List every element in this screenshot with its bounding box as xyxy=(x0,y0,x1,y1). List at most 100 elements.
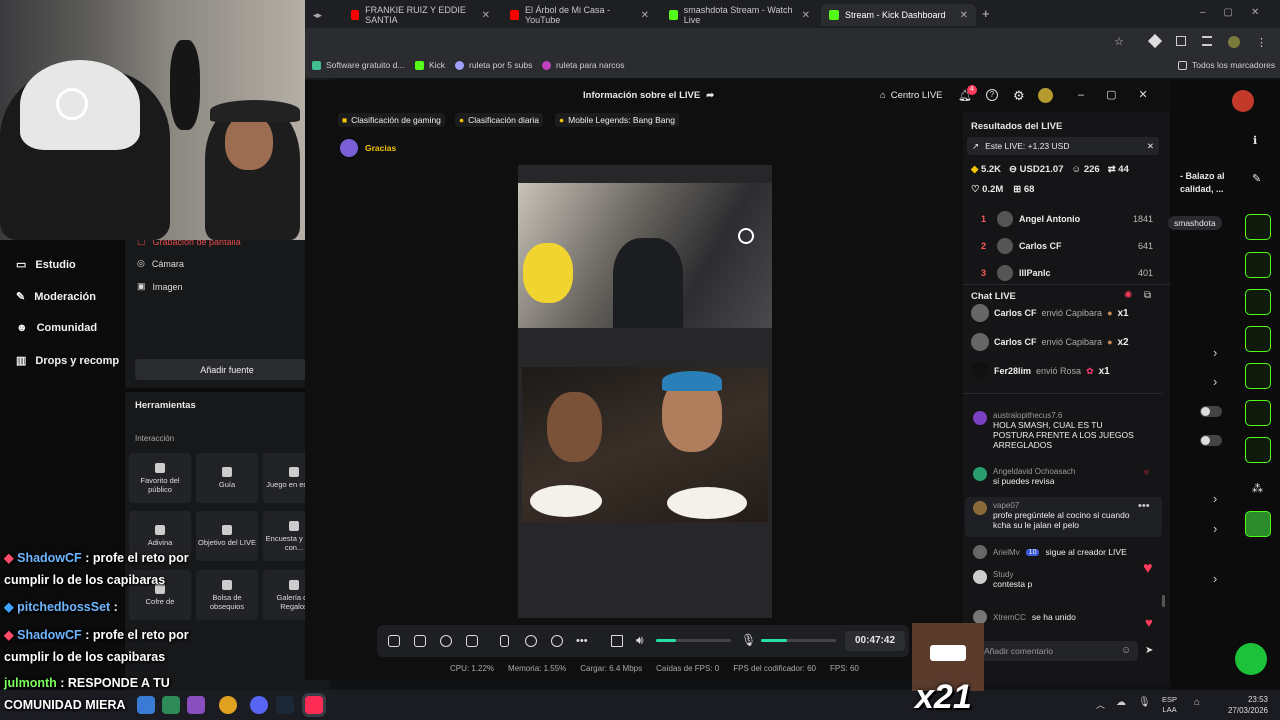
chat-message[interactable]: XtremCC se ha unido xyxy=(973,610,1158,624)
help-icon[interactable]: ? xyxy=(986,89,998,101)
channel-tag[interactable]: smashdota xyxy=(1168,216,1222,230)
star-icon[interactable]: ☆ xyxy=(1114,35,1124,48)
ranking-row[interactable]: 3 lllPanlc 401 xyxy=(981,265,1153,281)
taskbar-app-icon[interactable] xyxy=(187,696,205,714)
settings-icon[interactable]: ✺ xyxy=(1124,290,1132,301)
magic-icon[interactable] xyxy=(388,635,400,647)
media-icon[interactable] xyxy=(1202,36,1212,46)
mic-slider[interactable] xyxy=(761,639,836,642)
tab-youtube-2[interactable]: El Árbol de Mi Casa - YouTube ✕ xyxy=(502,4,657,26)
mic-icon[interactable]: 🎙︎ xyxy=(1138,697,1151,708)
nav-moderacion[interactable]: ✎ Moderación xyxy=(16,290,96,304)
network-icon[interactable]: ⌂ xyxy=(1194,697,1200,708)
nav-drops[interactable]: ▥ Drops y recomp xyxy=(16,354,119,368)
close-icon[interactable]: ✕ xyxy=(960,10,968,21)
chrome-icon[interactable] xyxy=(219,696,237,714)
tab-kick-watch[interactable]: smashdota Stream - Watch Live ✕ xyxy=(661,4,818,26)
chat-message[interactable]: australopithecus7.6 HOLA SMASH, CUAL ES T… xyxy=(973,411,1158,450)
toggle-switch[interactable] xyxy=(1200,435,1222,446)
source-camera[interactable]: ◎ Cámara xyxy=(137,258,184,269)
bookmark-software[interactable]: Software gratuito d... xyxy=(312,60,404,70)
chevron-right-icon[interactable]: › xyxy=(1213,374,1217,389)
edit-icon[interactable]: ✎ xyxy=(1252,172,1261,185)
steam-icon[interactable] xyxy=(276,696,294,714)
camera-flip-icon[interactable] xyxy=(551,635,563,647)
chip-mlbb[interactable]: ● Mobile Legends: Bang Bang xyxy=(555,113,679,127)
emoji-icon[interactable]: ☺ xyxy=(1121,645,1131,656)
toggle-switch[interactable] xyxy=(1200,406,1222,417)
taskbar-app-icon[interactable] xyxy=(162,696,180,714)
gear-icon[interactable]: ⚙ xyxy=(1013,88,1025,104)
more-icon[interactable]: ••• xyxy=(1138,500,1150,512)
profile-avatar[interactable] xyxy=(1232,90,1254,112)
chip-diaria[interactable]: ● Clasificación diaria xyxy=(455,113,544,127)
ranking-row[interactable]: 2 Carlos CF 641 xyxy=(981,238,1153,254)
clock[interactable]: 23:53 27/03/2026 xyxy=(1226,694,1268,716)
window-controls[interactable]: –▢✕ xyxy=(1200,7,1277,18)
close-icon[interactable]: ✕ xyxy=(802,10,810,21)
window-controls[interactable]: –▢✕ xyxy=(1078,88,1170,101)
heart-icon[interactable]: ♥ xyxy=(1145,615,1153,630)
mic-icon[interactable]: 🎙︎ xyxy=(741,633,756,647)
tool-favorito[interactable]: Favorito del público xyxy=(129,453,191,503)
new-tab-button[interactable]: + xyxy=(982,6,990,21)
heart-icon[interactable]: ♥ xyxy=(1143,560,1153,578)
bookmark-kick[interactable]: Kick xyxy=(415,60,445,70)
address-bar[interactable]: ☆ ⋮ xyxy=(300,28,1280,56)
avatar[interactable] xyxy=(1038,88,1053,103)
ranking-row[interactable]: 1 Angel Antonio 1841 xyxy=(981,211,1153,227)
send-icon[interactable]: ➤ xyxy=(1145,645,1153,656)
taskbar-app-icon[interactable] xyxy=(137,696,155,714)
screen-icon[interactable] xyxy=(466,635,478,647)
chat-message[interactable]: Angeldavid Ochoasach si puedes revisa xyxy=(973,467,1158,486)
tool-guia[interactable]: Guía xyxy=(196,453,258,503)
discord-icon[interactable] xyxy=(250,696,268,714)
ai-icon[interactable] xyxy=(440,635,452,647)
close-icon[interactable]: ✕ xyxy=(482,10,490,21)
chevron-up-icon[interactable]: ︿ xyxy=(1096,698,1105,711)
chevron-right-icon[interactable]: › xyxy=(1213,571,1217,586)
chat-scrollbar[interactable] xyxy=(1162,595,1165,607)
tool-button-wrench[interactable] xyxy=(1245,437,1271,463)
support-button[interactable] xyxy=(1235,643,1267,675)
bookmark-ruleta-subs[interactable]: ruleta por 5 subs xyxy=(455,60,532,70)
cloud-icon[interactable]: ☁ xyxy=(1116,697,1126,708)
tool-button-app[interactable] xyxy=(1245,511,1271,537)
profile-avatar[interactable] xyxy=(1228,36,1240,48)
tool-button-doc[interactable] xyxy=(1245,289,1271,315)
volume-slider[interactable] xyxy=(656,639,731,642)
extension-icon[interactable] xyxy=(1147,33,1163,49)
tool-button-chat[interactable] xyxy=(1245,326,1271,352)
comment-input[interactable]: Añadir comentario xyxy=(966,641,1138,661)
chat-message[interactable]: ArielMv 10 sigue al creador LIVE xyxy=(973,545,1158,559)
chip-gaming[interactable]: ■ Clasificación de gaming xyxy=(338,113,445,127)
phone-icon[interactable] xyxy=(500,635,509,647)
language-indicator[interactable]: ESP LAA xyxy=(1162,695,1177,715)
chevron-right-icon[interactable]: › xyxy=(1213,345,1217,360)
nav-comunidad[interactable]: ☻ Comunidad xyxy=(16,322,97,334)
tab-kick-dashboard[interactable]: Stream - Kick Dashboard ✕ xyxy=(821,4,976,26)
tool-objetivo[interactable]: Objetivo del LIVE xyxy=(196,511,258,561)
add-source-button[interactable]: Añadir fuente xyxy=(135,359,319,380)
source-image[interactable]: ▣ Imagen xyxy=(137,281,183,292)
info-icon[interactable]: ℹ xyxy=(1253,134,1257,147)
nodes-icon[interactable]: ⁂ xyxy=(1252,482,1263,495)
puzzle-icon[interactable] xyxy=(1176,36,1186,46)
tool-button-capture[interactable] xyxy=(1245,214,1271,240)
nav-estudio[interactable]: ▭ Estudio xyxy=(16,258,76,272)
close-icon[interactable]: ✕ xyxy=(641,10,649,21)
close-icon[interactable]: ✕ xyxy=(1147,141,1154,152)
centro-live-button[interactable]: ⌂ Centro LIVE xyxy=(880,90,943,101)
tool-bolsa[interactable]: Bolsa de obsequios xyxy=(196,570,258,620)
record-icon[interactable] xyxy=(525,635,537,647)
share-icon[interactable]: ➦ xyxy=(706,90,714,101)
settings-sliders-icon[interactable] xyxy=(611,635,623,647)
popout-icon[interactable]: ⧉ xyxy=(1144,290,1151,301)
chat-message[interactable]: vape07 profe pregúntele al cocino si cuan… xyxy=(973,501,1158,530)
menu-icon[interactable]: ⋮ xyxy=(1256,36,1267,49)
tab-youtube-1[interactable]: FRANKIE RUIZ Y EDDIE SANTIA ✕ xyxy=(343,4,498,26)
bookmark-ruleta-narcos[interactable]: ruleta para narcos xyxy=(542,60,625,70)
tool-button-broadcast[interactable] xyxy=(1245,363,1271,389)
volume-icon[interactable]: 🔊︎ xyxy=(636,633,644,648)
chat-message[interactable]: Study contesta p xyxy=(973,570,1158,589)
